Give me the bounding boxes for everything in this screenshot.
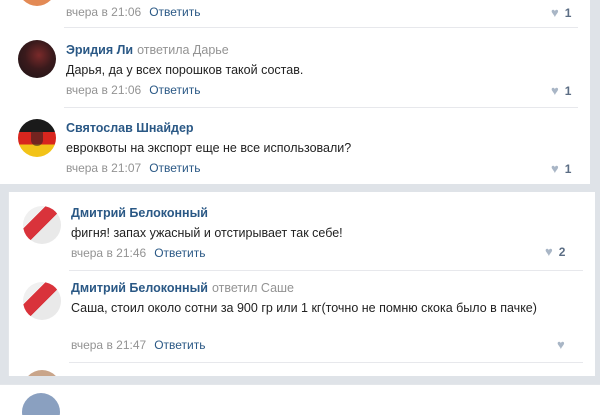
heart-icon: ♥ bbox=[551, 161, 559, 176]
comment-time[interactable]: вчера в 21:06 bbox=[66, 83, 141, 97]
comment-time[interactable]: вчера в 21:06 bbox=[66, 5, 141, 19]
comment-text: Саша, стоил около сотни за 900 гр или 1 … bbox=[71, 301, 537, 315]
reply-to[interactable]: ответил Саше bbox=[212, 281, 294, 295]
like-button[interactable]: ♥ 1 bbox=[551, 161, 571, 176]
avatar[interactable] bbox=[23, 282, 61, 320]
comment-meta: вчера в 21:06 Ответить bbox=[66, 5, 200, 19]
eagle-icon bbox=[31, 130, 43, 146]
comment-author: Дмитрий Белоконный ответил Саше bbox=[71, 281, 294, 295]
like-count: 1 bbox=[564, 162, 572, 176]
heart-icon: ♥ bbox=[557, 337, 565, 352]
comment-time[interactable]: вчера в 21:46 bbox=[71, 246, 146, 260]
comment-author: Святослав Шнайдер bbox=[66, 121, 194, 135]
comments-panel-top: вчера в 21:06 Ответить ♥ 1 Эридия Ли ответи… bbox=[0, 0, 590, 184]
avatar[interactable] bbox=[18, 40, 56, 78]
like-button[interactable]: ♥ bbox=[557, 337, 571, 352]
reply-to[interactable]: ответила Дарье bbox=[137, 43, 229, 57]
comment-text: Дарья, да у всех порошков такой состав. bbox=[66, 63, 304, 77]
like-count: 2 bbox=[558, 245, 566, 259]
comment-meta: вчера в 21:47 Ответить bbox=[71, 338, 205, 352]
comment-author: Дмитрий Белоконный bbox=[71, 206, 208, 220]
author-link[interactable]: Святослав Шнайдер bbox=[66, 121, 194, 135]
comment-author: Эридия Ли ответила Дарье bbox=[66, 43, 229, 57]
reply-button[interactable]: Ответить bbox=[149, 83, 200, 97]
author-link[interactable]: Эридия Ли bbox=[66, 43, 133, 57]
like-button[interactable]: ♥ 2 bbox=[545, 244, 565, 259]
heart-icon: ♥ bbox=[545, 244, 553, 259]
avatar[interactable] bbox=[23, 370, 61, 376]
reply-button[interactable]: Ответить bbox=[154, 246, 205, 260]
author-link[interactable]: Дмитрий Белоконный bbox=[71, 206, 208, 220]
comment-text: фигня! запах ужасный и отстирывает так с… bbox=[71, 226, 343, 240]
avatar[interactable] bbox=[18, 0, 56, 6]
divider bbox=[64, 27, 578, 28]
avatar[interactable] bbox=[23, 206, 61, 244]
like-count: 1 bbox=[564, 6, 572, 20]
reply-button[interactable]: Ответить bbox=[149, 161, 200, 175]
comment-text: евроквоты на экспорт еще не все использо… bbox=[66, 141, 352, 155]
heart-icon: ♥ bbox=[551, 5, 559, 20]
comment-meta: вчера в 21:06 Ответить bbox=[66, 83, 200, 97]
divider bbox=[64, 107, 578, 108]
avatar[interactable] bbox=[22, 393, 60, 415]
comment-meta: вчера в 21:07 Ответить bbox=[66, 161, 200, 175]
reply-button[interactable]: Ответить bbox=[154, 338, 205, 352]
reply-button[interactable]: Ответить bbox=[149, 5, 200, 19]
avatar[interactable] bbox=[18, 119, 56, 157]
comment-time[interactable]: вчера в 21:47 bbox=[71, 338, 146, 352]
like-button[interactable]: ♥ 1 bbox=[551, 83, 571, 98]
divider bbox=[69, 270, 583, 271]
like-count: 1 bbox=[564, 84, 572, 98]
divider bbox=[69, 362, 583, 363]
like-button[interactable]: ♥ 1 bbox=[551, 5, 571, 20]
heart-icon: ♥ bbox=[551, 83, 559, 98]
comments-panel-bottom: Дмитрий Белоконный фигня! запах ужасный … bbox=[8, 192, 595, 376]
comment-meta: вчера в 21:46 Ответить bbox=[71, 246, 205, 260]
comment-time[interactable]: вчера в 21:07 bbox=[66, 161, 141, 175]
author-link[interactable]: Дмитрий Белоконный bbox=[71, 281, 208, 295]
